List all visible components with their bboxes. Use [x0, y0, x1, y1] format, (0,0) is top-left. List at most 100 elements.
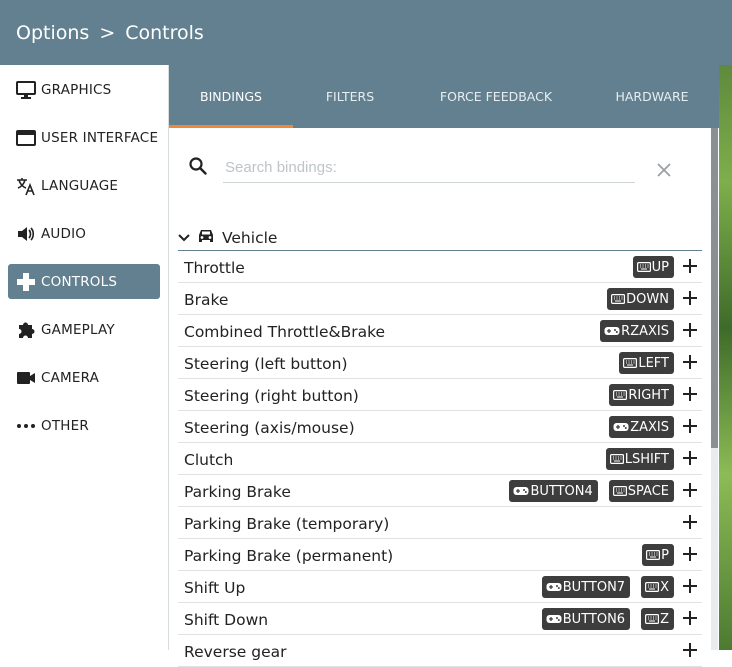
gamepad-icon [15, 271, 37, 293]
binding-row[interactable]: Shift Down BUTTON6 Z [178, 603, 702, 635]
binding-name: Shift Up [184, 579, 246, 597]
binding-row[interactable]: Parking Brake (temporary) [178, 507, 702, 539]
group-header-vehicle[interactable]: Vehicle [178, 226, 702, 251]
sidebar-item-label: GAMEPLAY [41, 321, 115, 338]
binding-row[interactable]: Brake DOWN [178, 283, 702, 315]
binding-name: Combined Throttle&Brake [184, 323, 386, 341]
binding-key: P [661, 547, 669, 563]
translate-icon [15, 175, 37, 197]
binding-row[interactable]: Throttle UP [178, 251, 702, 283]
add-binding-icon[interactable] [682, 354, 698, 375]
sidebar-item-label: CONTROLS [41, 273, 118, 290]
add-binding-icon[interactable] [682, 386, 698, 407]
add-binding-icon[interactable] [682, 322, 698, 343]
binding-key: Z [660, 611, 669, 627]
tab-hardware[interactable]: HARDWARE [585, 65, 719, 128]
keyboard-icon [623, 358, 638, 368]
binding-row[interactable]: Reverse gear [178, 635, 702, 667]
sidebar-item-graphics[interactable]: GRAPHICS [8, 72, 160, 107]
binding-name: Clutch [184, 451, 234, 469]
puzzle-icon [15, 319, 37, 341]
sidebar-item-controls[interactable]: CONTROLS [8, 264, 160, 299]
tab-filters[interactable]: FILTERS [293, 65, 407, 128]
binding-chip[interactable]: ZAXIS [609, 416, 674, 438]
search-input[interactable] [223, 152, 635, 183]
add-binding-icon[interactable] [682, 610, 698, 631]
binding-chips: RIGHT [609, 384, 674, 406]
sidebar-item-audio[interactable]: AUDIO [8, 216, 160, 251]
add-binding-icon[interactable] [682, 546, 698, 567]
binding-chip[interactable]: X [641, 576, 674, 598]
binding-chip[interactable]: RIGHT [609, 384, 674, 406]
binding-row[interactable]: Steering (right button) RIGHT [178, 379, 702, 411]
tab-bar: BINDINGS FILTERS FORCE FEEDBACK HARDWARE [169, 65, 719, 128]
binding-key: DOWN [626, 291, 669, 307]
binding-chip[interactable]: BUTTON4 [509, 480, 598, 502]
binding-chips: ZAXIS [609, 416, 674, 438]
add-binding-icon[interactable] [682, 578, 698, 599]
breadcrumb-root[interactable]: Options [16, 22, 89, 44]
binding-row[interactable]: Steering (left button) LEFT [178, 347, 702, 379]
gamepad-icon [613, 422, 630, 432]
sidebar-item-camera[interactable]: CAMERA [8, 360, 160, 395]
sidebar-item-label: GRAPHICS [41, 81, 112, 98]
tab-force-feedback[interactable]: FORCE FEEDBACK [407, 65, 585, 128]
add-binding-icon[interactable] [682, 514, 698, 535]
tab-bindings[interactable]: BINDINGS [169, 65, 293, 128]
binding-chips: LEFT [619, 352, 674, 374]
binding-chip[interactable]: DOWN [607, 288, 674, 310]
binding-row[interactable]: Parking Brake BUTTON4 SPACE [178, 475, 702, 507]
binding-chip[interactable]: LSHIFT [605, 448, 674, 470]
window-icon [15, 127, 37, 149]
sidebar-item-label: OTHER [41, 417, 89, 434]
sidebar-item-gameplay[interactable]: GAMEPLAY [8, 312, 160, 347]
binding-chips: BUTTON7 X [541, 576, 674, 598]
binding-chip[interactable]: RZAXIS [600, 320, 674, 342]
scrollbar-thumb[interactable] [711, 128, 718, 448]
binding-key: BUTTON6 [562, 611, 626, 627]
binding-chip[interactable]: SPACE [608, 480, 674, 502]
binding-key: SPACE [627, 483, 669, 499]
binding-row[interactable]: Steering (axis/mouse) ZAXIS [178, 411, 702, 443]
chevron-down-icon [178, 229, 190, 247]
binding-key: ZAXIS [630, 419, 669, 435]
sidebar-item-other[interactable]: OTHER [8, 408, 160, 443]
add-binding-icon[interactable] [682, 482, 698, 503]
binding-chip[interactable]: BUTTON7 [541, 576, 631, 598]
close-icon[interactable] [656, 162, 672, 183]
binding-chips: P [642, 544, 674, 566]
add-binding-icon[interactable] [682, 258, 698, 279]
sidebar-item-user-interface[interactable]: USER INTERFACE [8, 120, 160, 155]
add-binding-icon[interactable] [682, 418, 698, 439]
binding-row[interactable]: Clutch LSHIFT [178, 443, 702, 475]
binding-chip[interactable]: LEFT [619, 352, 674, 374]
car-icon [196, 228, 216, 249]
binding-name: Shift Down [184, 611, 269, 629]
binding-name: Steering (axis/mouse) [184, 419, 355, 437]
binding-name: Parking Brake (permanent) [184, 547, 394, 565]
binding-chip[interactable]: P [642, 544, 674, 566]
binding-key: UP [651, 259, 669, 275]
binding-row[interactable]: Combined Throttle&Brake RZAXIS [178, 315, 702, 347]
keyboard-icon [645, 614, 660, 624]
add-binding-icon[interactable] [682, 642, 698, 663]
breadcrumb: Options > Controls [16, 22, 204, 44]
binding-chips: UP [632, 256, 674, 278]
binding-row[interactable]: Parking Brake (permanent) P [178, 539, 702, 571]
binding-name: Parking Brake (temporary) [184, 515, 390, 533]
search-icon[interactable] [188, 156, 208, 181]
binding-chip[interactable]: UP [632, 256, 674, 278]
binding-chip[interactable]: Z [641, 608, 674, 630]
binding-chip[interactable]: BUTTON6 [541, 608, 631, 630]
sidebar-item-label: USER INTERFACE [41, 129, 159, 146]
keyboard-icon [613, 390, 628, 400]
binding-chips: LSHIFT [605, 448, 674, 470]
add-binding-icon[interactable] [682, 290, 698, 311]
title-bar: Options > Controls [0, 0, 732, 65]
add-binding-icon[interactable] [682, 450, 698, 471]
gamepad-icon [546, 614, 563, 624]
background-scenery [719, 65, 732, 650]
binding-row[interactable]: Shift Up BUTTON7 X [178, 571, 702, 603]
sidebar-item-language[interactable]: LANGUAGE [8, 168, 160, 203]
camera-icon [15, 367, 37, 389]
